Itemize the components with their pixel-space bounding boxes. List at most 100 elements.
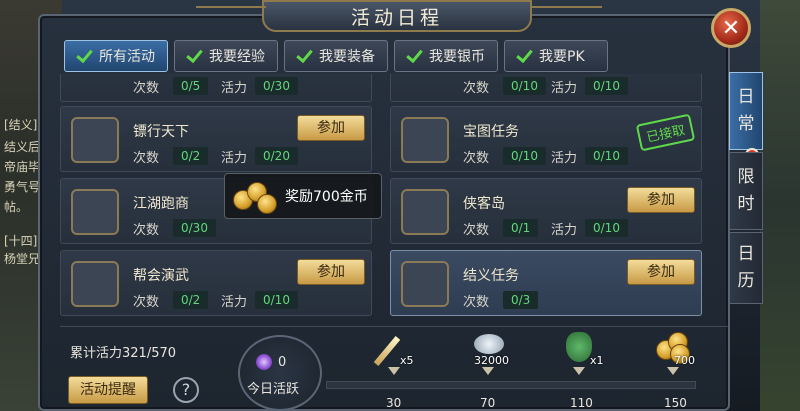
- activity-card[interactable]: 宝图任务 次数 0/10 活力 0/10 已接取: [390, 106, 702, 172]
- background-chat-line: 结义后: [4, 140, 41, 154]
- vitality-label: 活力: [551, 151, 578, 166]
- count-label: 次数: [463, 295, 490, 310]
- panel-title-bar: 活动日程: [262, 0, 532, 32]
- count-label: 次数: [463, 223, 490, 238]
- reward-chest[interactable]: x1: [556, 328, 612, 372]
- crystal-icon: [71, 261, 119, 307]
- help-icon[interactable]: ?: [173, 377, 199, 403]
- activity-name: 侠客岛: [463, 196, 505, 212]
- progress-marker: [667, 367, 679, 375]
- count-value: 0/10: [503, 147, 546, 165]
- activity-card[interactable]: 镖行天下 次数 0/2 活力 0/20 参加: [60, 106, 372, 172]
- activity-name: 镖行天下: [133, 124, 189, 140]
- activity-card[interactable]: 侠客岛 次数 0/1 活力 0/10 参加: [390, 178, 702, 244]
- side-tab-char: 时: [737, 194, 755, 214]
- activity-progress-bar: [326, 381, 696, 389]
- reward-threshold: 70: [480, 396, 496, 410]
- activity-card[interactable]: 帮会演武 次数 0/2 活力 0/10 参加: [60, 250, 372, 316]
- reward-quantity: 32000: [474, 354, 509, 367]
- close-button[interactable]: ✕: [711, 8, 751, 48]
- count-value: 0/2: [173, 147, 209, 165]
- background-chat-line: 勇气号: [4, 180, 41, 194]
- sword-icon: [373, 336, 401, 366]
- side-tab-char: 历: [737, 271, 755, 291]
- tab-label: 我要银币: [429, 49, 485, 65]
- activity-card[interactable]: 次数 0/5 活力 0/30: [60, 74, 372, 102]
- money-bag-icon: [566, 332, 592, 362]
- vitality-value: 0/10: [585, 219, 628, 237]
- tab-experience[interactable]: 我要经验: [174, 40, 278, 72]
- activity-reminder-button[interactable]: 活动提醒: [68, 376, 148, 404]
- join-button[interactable]: 参加: [297, 115, 365, 141]
- vitality-label: 活力: [551, 81, 578, 96]
- scroll-icon: [401, 261, 449, 307]
- count-label: 次数: [463, 81, 490, 96]
- reward-chest[interactable]: 32000: [464, 328, 520, 372]
- reward-quantity: 700: [674, 354, 695, 367]
- background-chat-line: 帖。: [4, 200, 29, 214]
- side-tab-calendar[interactable]: 日 历: [729, 232, 763, 304]
- vitality-value: 0/20: [255, 147, 298, 165]
- count-value: 0/30: [173, 219, 216, 237]
- activity-name: 帮会演武: [133, 268, 189, 284]
- vitality-value: 0/30: [255, 77, 298, 95]
- progress-marker: [482, 367, 494, 375]
- check-icon: [295, 47, 313, 65]
- join-button[interactable]: 参加: [627, 187, 695, 213]
- activity-card[interactable]: 结义任务 次数 0/3 参加: [390, 250, 702, 316]
- tab-silver[interactable]: 我要银币: [394, 40, 498, 72]
- check-icon: [75, 47, 93, 65]
- tab-label: 我要装备: [319, 49, 375, 65]
- side-tab-limited[interactable]: 限 时: [729, 152, 763, 230]
- treasure-map-icon: [401, 117, 449, 163]
- count-label: 次数: [133, 151, 160, 166]
- activity-name: 结义任务: [463, 268, 519, 284]
- side-tab-char: 日: [737, 87, 755, 107]
- background-chat-line: 帝庙毕: [4, 160, 41, 174]
- silver-ingot-icon: [474, 334, 504, 354]
- accumulated-vitality: 累计活力321/570: [70, 346, 177, 361]
- tab-all-activities[interactable]: 所有活动: [64, 40, 168, 72]
- side-tab-char: 常: [737, 114, 755, 134]
- vitality-value: 0/10: [255, 291, 298, 309]
- reward-chest[interactable]: x5: [370, 328, 426, 372]
- count-label: 次数: [133, 223, 160, 238]
- reward-tooltip: 奖励700金币: [224, 173, 382, 219]
- side-tab-char: 限: [737, 167, 755, 187]
- tab-label: 我要经验: [209, 49, 265, 65]
- background-chat-line: 杨堂兄: [4, 252, 41, 266]
- reward-threshold: 150: [664, 396, 687, 410]
- join-button[interactable]: 参加: [297, 259, 365, 285]
- gold-coin-icon: [231, 176, 281, 216]
- close-icon: ✕: [721, 15, 741, 41]
- tab-label: 我要PK: [539, 49, 585, 65]
- scroll-icon: [401, 189, 449, 235]
- tab-label: 所有活动: [99, 49, 155, 65]
- title-ornament: [196, 6, 266, 18]
- count-value: 0/10: [503, 77, 546, 95]
- check-icon: [515, 47, 533, 65]
- silver-ingot-icon: [71, 189, 119, 235]
- progress-marker: [573, 367, 585, 375]
- side-tab-daily[interactable]: 日 常: [729, 72, 763, 150]
- today-activity-label: 今日活跃: [247, 382, 300, 397]
- reward-chest[interactable]: 700: [650, 328, 706, 372]
- activity-name: 宝图任务: [463, 124, 519, 140]
- vitality-value: 0/10: [585, 147, 628, 165]
- reward-threshold: 30: [386, 396, 402, 410]
- activity-card[interactable]: 次数 0/10 活力 0/10: [390, 74, 702, 102]
- gem-icon: [256, 354, 272, 370]
- background-chat-line: [结义]: [4, 118, 38, 132]
- background-right: [760, 0, 800, 411]
- silver-ingot-icon: [71, 117, 119, 163]
- tab-pk[interactable]: 我要PK: [504, 40, 608, 72]
- vitality-label: 活力: [221, 295, 248, 310]
- activity-list: 次数 0/5 活力 0/30 次数 0/10 活力 0/10 镖行天下 次数 0…: [60, 74, 726, 324]
- background-chat-line: [十四]: [4, 234, 38, 248]
- count-value: 0/2: [173, 291, 209, 309]
- tooltip-text: 奖励700金币: [285, 189, 368, 205]
- progress-marker: [388, 367, 400, 375]
- join-button[interactable]: 参加: [627, 259, 695, 285]
- count-label: 次数: [133, 295, 160, 310]
- tab-equipment[interactable]: 我要装备: [284, 40, 388, 72]
